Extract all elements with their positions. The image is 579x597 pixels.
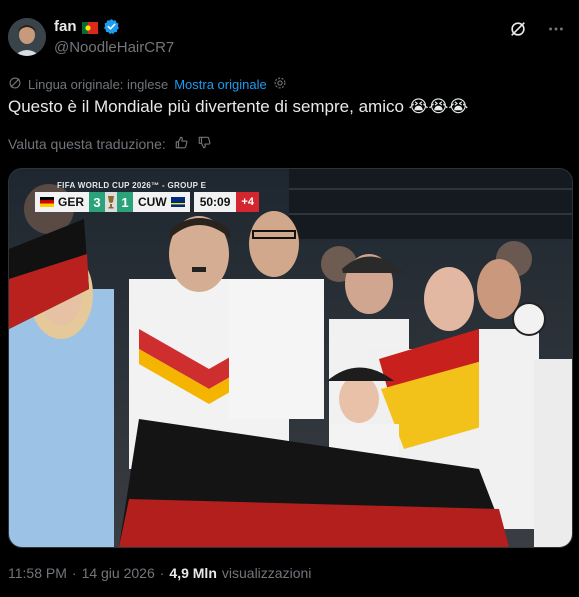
germany-flag-icon bbox=[40, 197, 54, 207]
thumbs-down-icon[interactable] bbox=[197, 135, 212, 153]
scorebug: FIFA WORLD CUP 2026™ - GROUP E GER 3 1 C… bbox=[35, 181, 259, 212]
rate-translation-label: Valuta questa traduzione: bbox=[8, 136, 166, 152]
original-language-label: Lingua originale: inglese bbox=[28, 77, 169, 92]
avatar-image bbox=[8, 18, 46, 56]
translate-icon bbox=[8, 76, 22, 93]
away-team-code: CUW bbox=[138, 195, 167, 209]
views-label: visualizzazioni bbox=[221, 565, 312, 581]
scorebug-title: FIFA WORLD CUP 2026™ - GROUP E bbox=[57, 181, 207, 190]
stadium-crowd-photo bbox=[9, 169, 572, 547]
curacao-flag-icon bbox=[170, 197, 185, 207]
away-team: CUW bbox=[133, 192, 190, 212]
match-clock: 50:09 bbox=[193, 192, 237, 212]
verified-badge-icon[interactable] bbox=[103, 18, 120, 35]
translation-settings-icon[interactable] bbox=[273, 76, 287, 93]
home-team-code: GER bbox=[58, 195, 85, 209]
show-original-link[interactable]: Mostra originale bbox=[174, 77, 267, 92]
home-team: GER bbox=[35, 192, 90, 212]
avatar[interactable] bbox=[8, 18, 46, 56]
home-score: 3 bbox=[89, 192, 106, 212]
world-cup-trophy-icon bbox=[105, 192, 118, 212]
tweet-media-photo[interactable]: FIFA WORLD CUP 2026™ - GROUP E GER 3 1 C… bbox=[8, 168, 573, 548]
more-options-icon[interactable] bbox=[547, 20, 565, 38]
grok-icon[interactable] bbox=[509, 20, 527, 38]
display-name[interactable]: fan bbox=[54, 18, 77, 35]
handle[interactable]: @NoodleHairCR7 bbox=[54, 39, 174, 56]
portugal-flag-icon bbox=[81, 21, 98, 34]
views-count: 4,9 Mln bbox=[169, 565, 217, 581]
meta-separator: · bbox=[159, 565, 165, 581]
tweet-date[interactable]: 14 giu 2026 bbox=[82, 565, 155, 581]
away-score: 1 bbox=[117, 192, 134, 212]
thumbs-up-icon[interactable] bbox=[174, 135, 189, 153]
meta-separator: · bbox=[71, 565, 77, 581]
added-time: +4 bbox=[236, 192, 259, 212]
tweet-time[interactable]: 11:58 PM bbox=[8, 565, 67, 581]
tweet-text: Questo è il Mondiale più divertente di s… bbox=[8, 97, 469, 116]
